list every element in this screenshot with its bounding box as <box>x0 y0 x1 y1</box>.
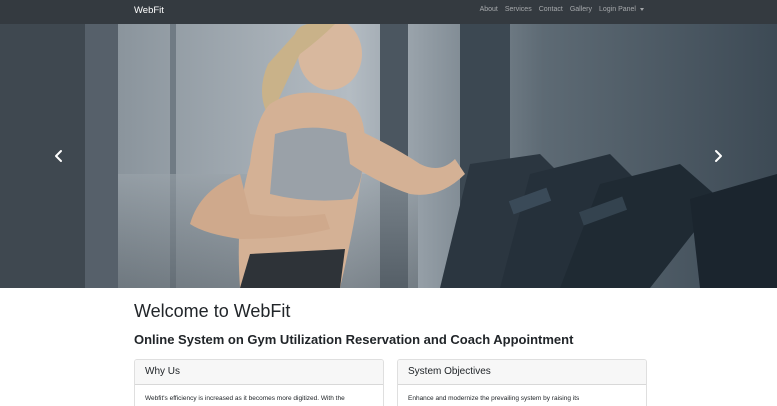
nav-link-services[interactable]: Services <box>505 6 532 13</box>
caret-down-icon <box>640 8 644 11</box>
carousel-next-button[interactable] <box>659 24 777 288</box>
chevron-right-icon <box>715 150 722 162</box>
chevron-left-icon <box>55 150 62 162</box>
card-header-why-us: Why Us <box>135 360 383 385</box>
nav-link-about[interactable]: About <box>480 6 498 13</box>
nav-link-contact[interactable]: Contact <box>539 6 563 13</box>
carousel-prev-button[interactable] <box>0 24 118 288</box>
top-navbar: WebFit About Services Contact Gallery Lo… <box>0 0 777 24</box>
why-us-card: Why Us Webfit's efficiency is increased … <box>134 359 384 406</box>
card-header-system-objectives: System Objectives <box>398 360 646 385</box>
nav-links: About Services Contact Gallery Login Pan… <box>480 6 644 13</box>
brand-logo-link[interactable]: WebFit <box>134 5 164 16</box>
card-body-why-us: Webfit's efficiency is increased as it b… <box>145 395 345 402</box>
nav-dropdown-login-panel[interactable]: Login Panel <box>599 6 644 13</box>
page-subtitle: Online System on Gym Utilization Reserva… <box>134 332 574 347</box>
page-title: Welcome to WebFit <box>134 301 291 321</box>
system-objectives-card: System Objectives Enhance and modernize … <box>397 359 647 406</box>
hero-carousel <box>0 24 777 288</box>
nav-dropdown-label: Login Panel <box>599 6 636 13</box>
card-body-system-objectives: Enhance and modernize the prevailing sys… <box>408 395 580 402</box>
nav-link-gallery[interactable]: Gallery <box>570 6 592 13</box>
